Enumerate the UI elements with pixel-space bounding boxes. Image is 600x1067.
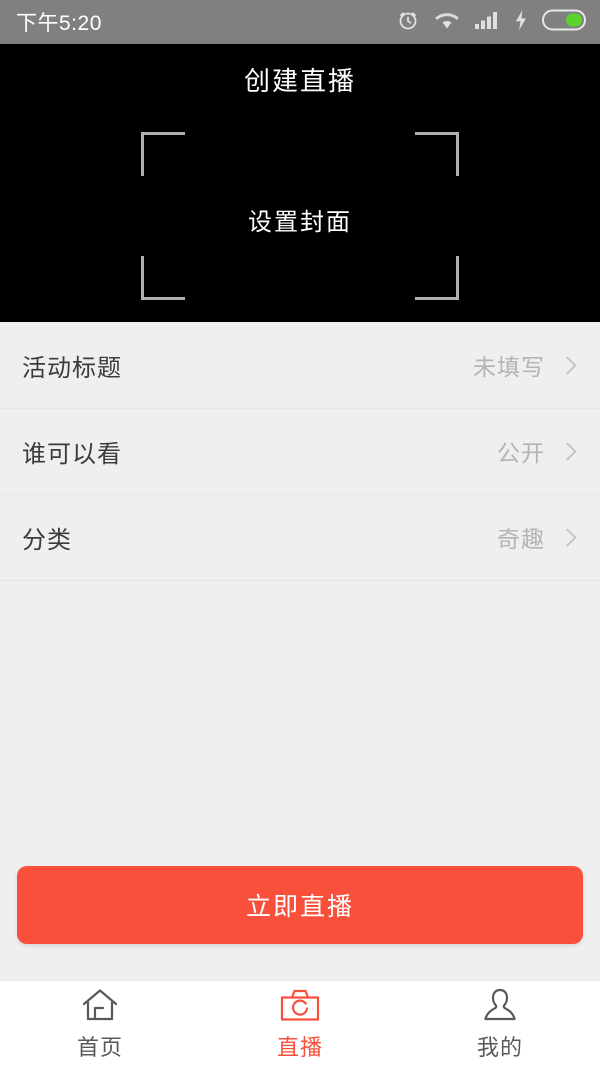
row-value: 奇趣 <box>497 526 545 552</box>
tab-home[interactable]: 首页 <box>0 981 200 1067</box>
app-screen: 下午5:20 创建直播 设置封面 活动标题 未填写 谁可以看 公开 分类 奇趣 … <box>0 0 600 1067</box>
tab-label: 直播 <box>276 1035 323 1060</box>
row-right: 奇趣 <box>497 520 578 554</box>
set-cover-label: 设置封面 <box>248 209 352 236</box>
viewfinder-corner-top-left <box>141 132 185 176</box>
start-live-button[interactable]: 立即直播 <box>17 866 583 944</box>
row-who-can-watch[interactable]: 谁可以看 公开 <box>0 408 600 494</box>
tab-mine[interactable]: 我的 <box>400 981 600 1067</box>
empty-spacer <box>0 581 600 866</box>
battery-icon <box>542 9 586 36</box>
cover-block[interactable]: 创建直播 设置封面 <box>0 44 600 322</box>
chevron-right-icon <box>558 355 577 375</box>
status-time: 下午5:20 <box>16 12 102 35</box>
tab-label: 首页 <box>76 1035 123 1060</box>
viewfinder-corner-bottom-right <box>415 256 459 300</box>
cta-container: 立即直播 <box>0 866 600 944</box>
row-category[interactable]: 分类 奇趣 <box>0 494 600 580</box>
page-title: 创建直播 <box>243 66 356 96</box>
chevron-right-icon <box>558 527 577 547</box>
row-label: 分类 <box>22 526 72 554</box>
content-area: 活动标题 未填写 谁可以看 公开 分类 奇趣 立即直播 <box>0 322 600 980</box>
status-icon-group <box>396 8 586 37</box>
home-icon <box>81 986 119 1024</box>
tab-live[interactable]: 直播 <box>200 981 400 1067</box>
row-label: 谁可以看 <box>22 440 122 468</box>
wifi-icon <box>434 10 460 35</box>
row-activity-title[interactable]: 活动标题 未填写 <box>0 322 600 408</box>
viewfinder-corner-top-right <box>415 132 459 176</box>
settings-list: 活动标题 未填写 谁可以看 公开 分类 奇趣 <box>0 322 600 581</box>
viewfinder-corner-bottom-left <box>141 256 185 300</box>
person-icon <box>482 986 518 1024</box>
row-right: 未填写 <box>473 348 578 382</box>
row-right: 公开 <box>497 434 578 468</box>
row-value: 公开 <box>497 440 545 466</box>
charging-icon <box>514 9 528 36</box>
chevron-right-icon <box>558 441 577 461</box>
status-bar: 下午5:20 <box>0 0 600 44</box>
bottom-tab-bar: 首页 直播 我的 <box>0 980 600 1067</box>
alarm-icon <box>396 8 420 37</box>
bottom-padding <box>0 944 600 980</box>
tab-label: 我的 <box>476 1035 523 1060</box>
row-label: 活动标题 <box>22 354 122 382</box>
row-value: 未填写 <box>473 354 545 380</box>
camera-icon <box>280 986 320 1024</box>
signal-icon <box>474 10 500 35</box>
